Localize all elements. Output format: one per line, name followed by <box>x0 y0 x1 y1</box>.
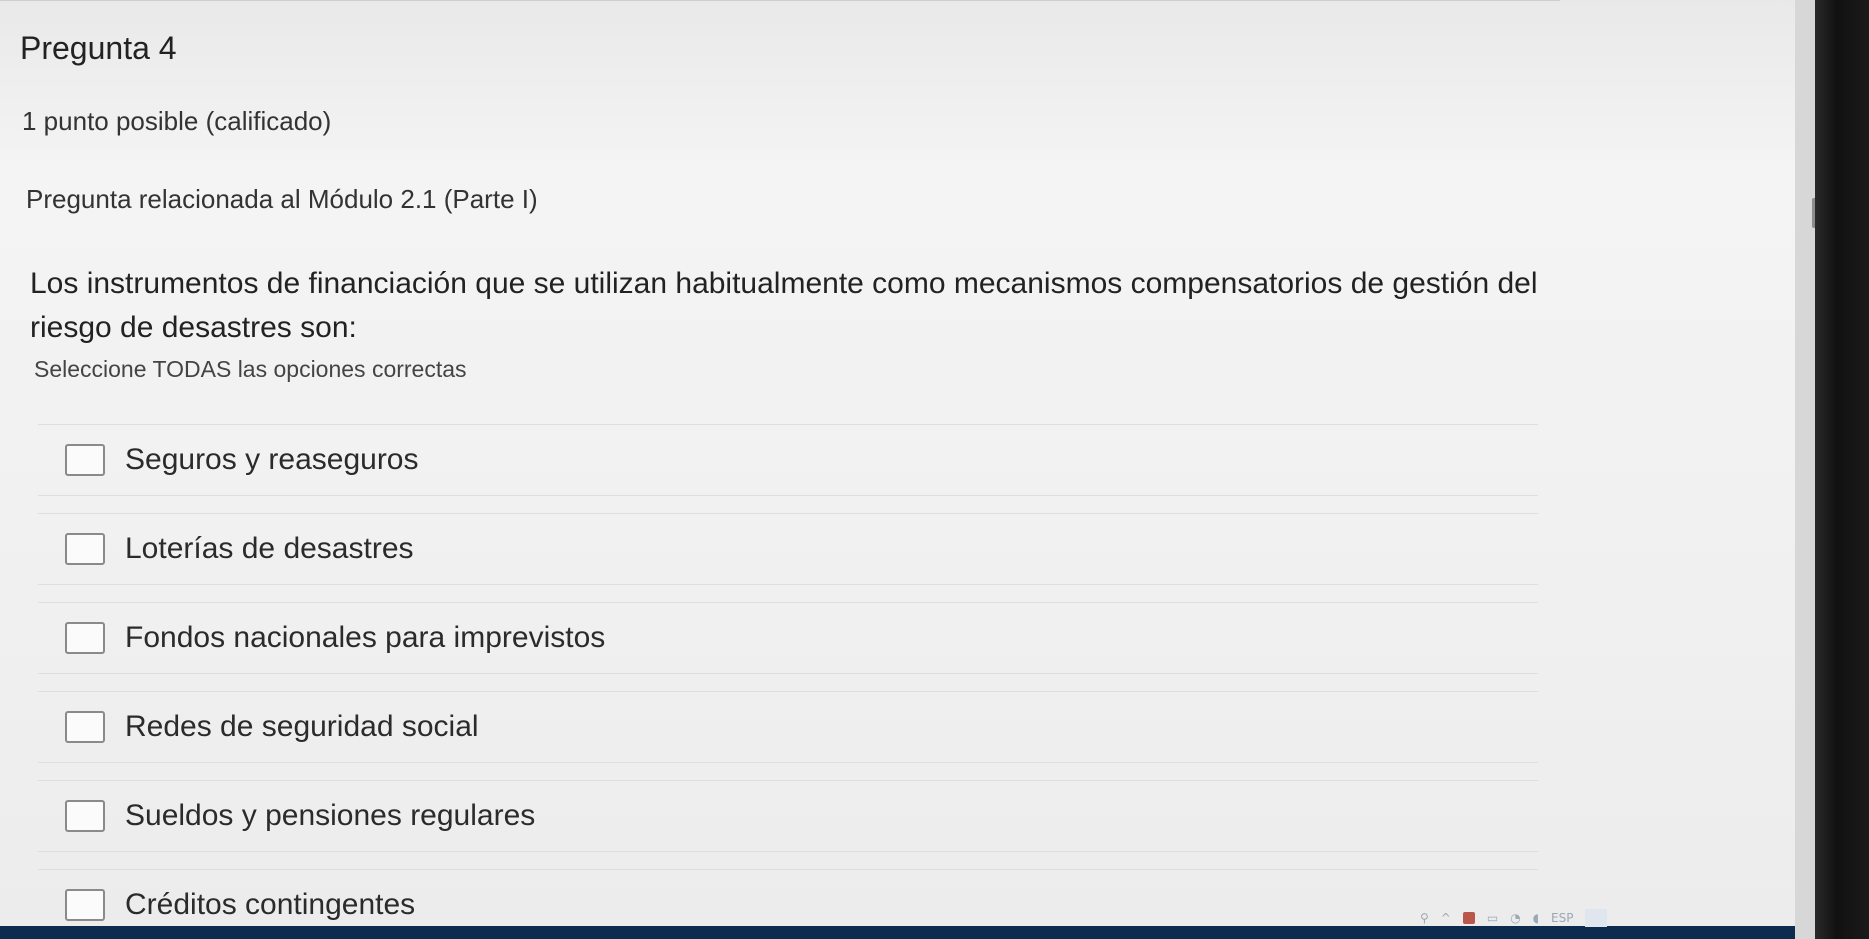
choice-label: Fondos nacionales para imprevistos <box>125 621 606 654</box>
checkbox[interactable] <box>65 711 105 743</box>
checkbox[interactable] <box>65 889 105 921</box>
choice-label: Seguros y reaseguros <box>125 443 419 476</box>
system-tray: ⚲ ^ ▭ ◔ ◖ ESP <box>1420 904 1608 932</box>
choice-option[interactable]: Fondos nacionales para imprevistos <box>38 602 1538 674</box>
instruction-text: Seleccione TODAS las opciones correctas <box>34 356 467 382</box>
language-indicator[interactable]: ESP <box>1551 911 1573 925</box>
monitor-bezel <box>1815 0 1869 939</box>
choice-option[interactable]: Loterías de desastres <box>38 513 1538 585</box>
choice-label: Loterías de desastres <box>125 532 414 565</box>
checkbox[interactable] <box>65 444 105 476</box>
related-module: Pregunta relacionada al Módulo 2.1 (Part… <box>26 184 538 214</box>
wifi-icon[interactable]: ◔ <box>1510 911 1520 925</box>
question-prompt: Los instrumentos de financiación que se … <box>30 267 1538 344</box>
battery-icon[interactable]: ▭ <box>1487 911 1498 925</box>
choice-label: Redes de seguridad social <box>125 710 479 743</box>
checkbox[interactable] <box>65 622 105 654</box>
divider <box>0 0 1560 1</box>
checkbox[interactable] <box>65 800 105 832</box>
problem-title: Pregunta 4 <box>20 30 177 66</box>
notification-icon[interactable] <box>1585 909 1608 927</box>
choice-option[interactable]: Redes de seguridad social <box>38 691 1538 763</box>
choice-list: Seguros y reaseguros Loterías de desastr… <box>38 424 1538 939</box>
choice-option[interactable]: Seguros y reaseguros <box>38 424 1538 496</box>
screen: Pregunta 4 1 punto posible (calificado) … <box>0 0 1815 939</box>
points-info: 1 punto posible (calificado) <box>22 106 332 136</box>
volume-icon[interactable]: ◖ <box>1533 911 1539 925</box>
checkbox[interactable] <box>65 533 105 565</box>
chevron-up-icon[interactable]: ^ <box>1441 911 1451 925</box>
person-icon[interactable]: ⚲ <box>1420 911 1429 925</box>
app-icon[interactable] <box>1462 912 1475 924</box>
choice-label: Créditos contingentes <box>125 888 416 921</box>
choice-label: Sueldos y pensiones regulares <box>125 799 536 832</box>
scrollbar[interactable] <box>1795 0 1815 939</box>
choice-option[interactable]: Sueldos y pensiones regulares <box>38 780 1538 852</box>
